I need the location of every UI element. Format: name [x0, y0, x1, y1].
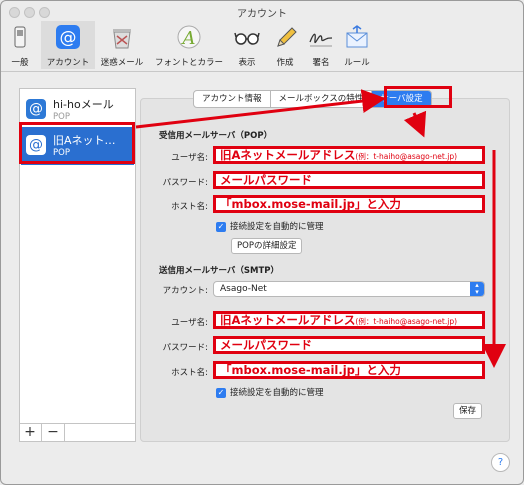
toolbar-composing-label: 作成: [276, 58, 294, 68]
outgoing-host-label: ホスト名:: [171, 368, 208, 378]
window-title: アカウント: [237, 9, 287, 20]
incoming-password-field[interactable]: メールパスワード: [213, 171, 485, 189]
glasses-icon: [234, 32, 260, 45]
outgoing-username-note: (例：t-haiho@asago-net.jp): [355, 317, 458, 326]
toolbar: 一般 @ アカウント 迷惑メール A フォントとカラー 表示 作成 署名 ルール: [1, 21, 523, 72]
incoming-server-heading: 受信用メールサーバ（POP）: [159, 131, 273, 141]
toolbar-signatures[interactable]: 署名: [303, 21, 339, 69]
incoming-host-field[interactable]: 「mbox.mose-mail.jp」と入力: [213, 195, 485, 213]
toolbar-general-label: 一般: [11, 58, 29, 68]
signature-icon: [309, 33, 333, 47]
toolbar-junk-label: 迷惑メール: [100, 58, 144, 68]
incoming-username-field[interactable]: 旧Aネットメールアドレス(例：t-haiho@asago-net.jp): [213, 146, 485, 164]
checkmark-icon: ✓: [216, 221, 226, 232]
svg-text:@: @: [60, 28, 77, 48]
toolbar-accounts-label: アカウント: [46, 58, 90, 68]
at-sign-icon: @: [56, 25, 80, 49]
help-button[interactable]: ?: [491, 453, 510, 472]
incoming-username-value: 旧Aネットメールアドレス: [220, 148, 356, 162]
checkmark-icon: ✓: [216, 387, 226, 398]
tab-mailbox-behaviors[interactable]: メールボックスの特性: [271, 91, 373, 107]
at-sign-icon: @: [26, 99, 46, 119]
toolbar-viewing[interactable]: 表示: [229, 21, 265, 69]
save-button[interactable]: 保存: [453, 403, 483, 419]
outgoing-username-field[interactable]: 旧Aネットメールアドレス(例：t-haiho@asago-net.jp): [213, 311, 485, 329]
tab-account-info[interactable]: アカウント情報: [194, 91, 271, 107]
incoming-password-label: パスワード:: [162, 178, 208, 188]
junk-bin-icon: [113, 29, 131, 49]
font-color-icon: A: [177, 25, 201, 49]
incoming-auto-manage-label: 接続設定を自動的に管理: [230, 222, 324, 232]
toolbar-signatures-label: 署名: [312, 58, 330, 68]
toolbar-fonts-colors-label: フォントとカラー: [154, 58, 223, 68]
outgoing-password-label: パスワード:: [162, 343, 208, 353]
remove-account-button[interactable]: −: [42, 424, 65, 441]
outgoing-account-value: Asago-Net: [220, 284, 267, 294]
incoming-auto-manage-checkbox[interactable]: ✓ 接続設定を自動的に管理: [216, 220, 324, 232]
pop-advanced-button[interactable]: POPの詳細設定: [231, 238, 303, 254]
incoming-host-label: ホスト名:: [171, 202, 208, 212]
toolbar-junk[interactable]: 迷惑メール: [97, 21, 147, 69]
envelope-rules-icon: [346, 25, 368, 48]
toolbar-rules[interactable]: ルール: [339, 21, 375, 69]
outgoing-auto-manage-label: 接続設定を自動的に管理: [230, 388, 324, 398]
toolbar-viewing-label: 表示: [238, 58, 256, 68]
switch-icon: [14, 26, 26, 48]
title-bar: アカウント: [1, 1, 523, 21]
outgoing-password-field[interactable]: メールパスワード: [213, 336, 485, 354]
toolbar-rules-label: ルール: [344, 58, 370, 68]
outgoing-account-label: アカウント:: [162, 286, 208, 296]
outgoing-auto-manage-checkbox[interactable]: ✓ 接続設定を自動的に管理: [216, 386, 324, 398]
toolbar-fonts-colors[interactable]: A フォントとカラー: [151, 21, 227, 69]
toolbar-general[interactable]: 一般: [5, 21, 35, 69]
outgoing-host-field[interactable]: 「mbox.mose-mail.jp」と入力: [213, 361, 485, 379]
highlight-selected-account: [19, 122, 135, 164]
highlight-server-tab: [384, 86, 452, 108]
svg-text:A: A: [181, 28, 196, 49]
outgoing-account-select[interactable]: Asago-Net ▴ ▾: [213, 281, 485, 297]
account-name: hi-hoメール: [53, 98, 114, 111]
add-account-button[interactable]: +: [19, 424, 42, 441]
account-list-footer: + −: [19, 423, 136, 441]
incoming-username-note: (例：t-haiho@asago-net.jp): [355, 152, 458, 161]
toolbar-composing[interactable]: 作成: [267, 21, 303, 69]
incoming-user-label: ユーザ名:: [171, 153, 208, 163]
chevron-updown-icon: ▴ ▾: [470, 282, 484, 296]
outgoing-username-value: 旧Aネットメールアドレス: [220, 313, 356, 327]
toolbar-accounts[interactable]: @ アカウント: [41, 21, 95, 69]
account-type: POP: [53, 112, 70, 122]
outgoing-server-heading: 送信用メールサーバ（SMTP）: [159, 266, 280, 276]
pencil-icon: [277, 27, 297, 47]
outgoing-user-label: ユーザ名:: [171, 318, 208, 328]
